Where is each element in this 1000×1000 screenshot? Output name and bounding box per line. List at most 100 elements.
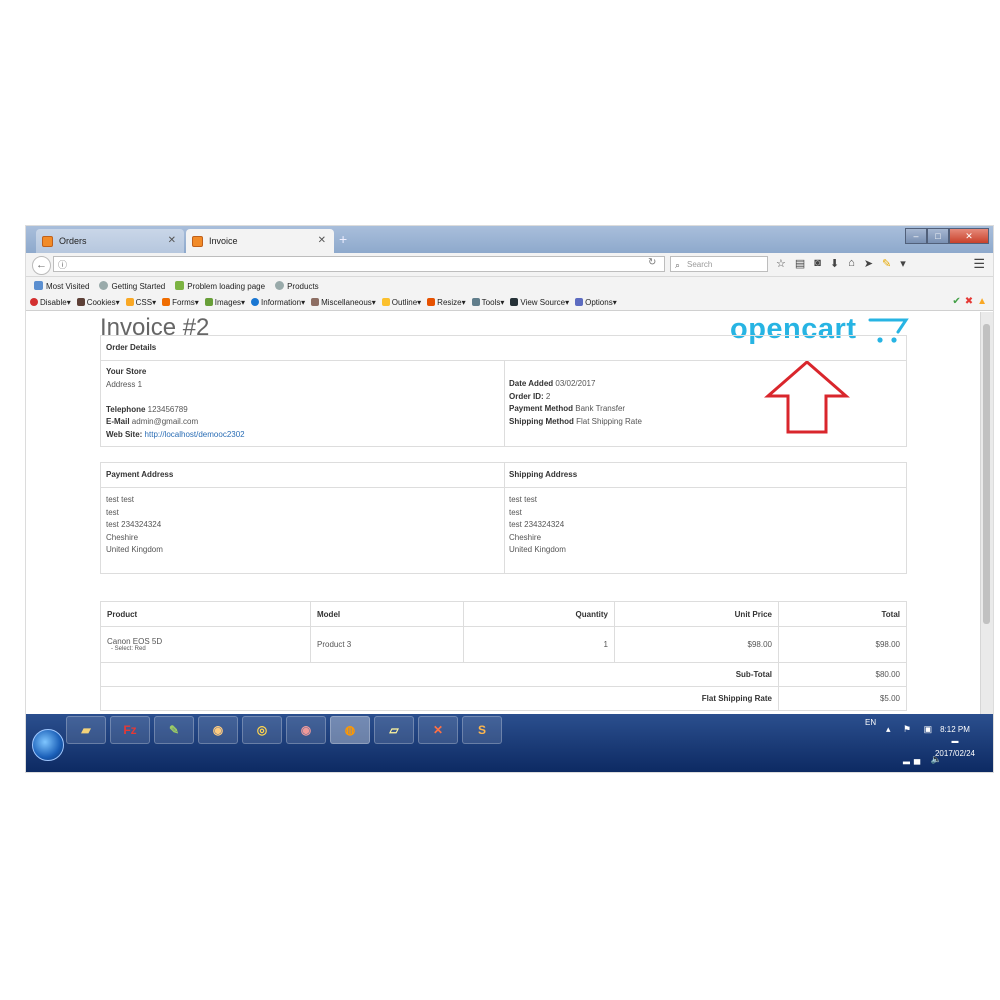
pocket-icon[interactable]: ◙	[814, 257, 821, 270]
devbar-disable[interactable]: Disable▾	[30, 297, 71, 307]
language-indicator[interactable]: EN	[865, 718, 876, 727]
bookmark-problem-loading[interactable]: Problem loading page	[175, 280, 265, 291]
folder-icon	[34, 280, 43, 290]
xampp-icon[interactable]: ✕	[418, 716, 458, 744]
devbar-tools[interactable]: Tools▾	[471, 297, 504, 307]
column-divider	[504, 361, 505, 447]
chrome-beta-icon[interactable]: ◉	[286, 716, 326, 744]
url-bar[interactable]: ⓘ	[53, 256, 665, 272]
start-button[interactable]	[32, 729, 64, 761]
options-icon	[575, 297, 584, 306]
tools-icon	[471, 297, 480, 306]
windows-taskbar: ▰ Fz ✎ ◉ ◎ ◉ ◍ ▱ ✕ S EN ▴ ⚑ ▣ ▂▄ 🔈 8:12 …	[26, 714, 993, 772]
folder-icon[interactable]: ▱	[374, 716, 414, 744]
header-quantity: Quantity	[463, 601, 615, 627]
devbar-resize[interactable]: Resize▾	[427, 297, 466, 307]
chrome-canary-icon[interactable]: ◉	[198, 716, 238, 744]
date-added-label: Date Added	[509, 379, 554, 388]
close-tab-icon[interactable]: ✕	[318, 235, 326, 246]
quantity-cell: 1	[463, 626, 615, 663]
header-model: Model	[310, 601, 464, 627]
devbar-status: ✔ ✖ ▲	[952, 296, 987, 307]
shipping-rate-label: Flat Shipping Rate	[100, 686, 779, 711]
address-line: test test	[106, 495, 135, 504]
scrollbar-thumb[interactable]	[983, 324, 990, 624]
address-line: United Kingdom	[509, 545, 566, 554]
sublime-text-icon[interactable]: S	[462, 716, 502, 744]
shipping-address-heading: Shipping Address	[509, 470, 578, 479]
notepad-icon[interactable]: ✎	[154, 716, 194, 744]
totals-row: Flat Shipping Rate $5.00	[100, 686, 907, 711]
download-icon[interactable]: ⬇	[830, 257, 839, 270]
payment-method-label: Payment Method	[509, 404, 574, 413]
product-name: Canon EOS 5D	[107, 637, 163, 646]
total-cell: $98.00	[778, 626, 907, 663]
store-name: Your Store	[106, 367, 147, 376]
search-placeholder: Search	[687, 260, 713, 269]
desktop-screenshot: Orders ✕ Invoice ✕ + – □ ✕ ← ⓘ ↻ ⌕ Searc…	[26, 226, 993, 772]
bookmark-most-visited[interactable]: Most Visited	[34, 280, 89, 291]
devbar-miscellaneous[interactable]: Miscellaneous▾	[311, 297, 376, 307]
tab-invoice[interactable]: Invoice ✕	[186, 229, 334, 253]
bookmark-getting-started[interactable]: Getting Started	[99, 280, 165, 291]
header-product: Product	[100, 601, 311, 627]
bookmarks-bar: Most Visited Getting Started Problem loa…	[26, 277, 993, 294]
devbar-view-source[interactable]: View Source▾	[510, 297, 569, 307]
filezilla-icon[interactable]: Fz	[110, 716, 150, 744]
search-input[interactable]: ⌕ Search	[670, 256, 768, 272]
devbar-cookies[interactable]: Cookies▾	[76, 297, 120, 307]
devbar-css[interactable]: CSS▾	[125, 297, 156, 307]
file-explorer-icon[interactable]: ▰	[66, 716, 106, 744]
warning-icon: ▲	[977, 296, 987, 307]
chrome-icon[interactable]: ◎	[242, 716, 282, 744]
devbar-forms[interactable]: Forms▾	[162, 297, 199, 307]
resize-icon	[427, 297, 436, 306]
window-controls: – □ ✕	[905, 228, 989, 244]
addon-icon[interactable]: ✎	[882, 257, 891, 270]
search-icon: ⌕	[675, 260, 681, 270]
close-window-icon[interactable]: ✕	[949, 228, 989, 244]
page-scrollbar[interactable]	[980, 312, 993, 714]
email-value: admin@gmail.com	[131, 417, 199, 426]
website-link[interactable]: http://localhost/demooc2302	[145, 430, 245, 439]
back-arrow-icon[interactable]: ←	[32, 256, 51, 275]
minimize-icon[interactable]: –	[905, 228, 927, 244]
bookmark-star-icon[interactable]: ☆	[776, 257, 786, 270]
clock[interactable]: 8:12 PM ▬ 2017/02/24	[929, 724, 981, 760]
navigation-bar: ← ⓘ ↻ ⌕ Search ☆ ▤ ◙ ⬇ ⌂ ➤ ✎ ▾ ☰	[26, 253, 993, 277]
devbar-information[interactable]: Information▾	[251, 297, 305, 307]
address-line: test	[509, 507, 522, 517]
payment-address: test test test test 234324324 Cheshire U…	[106, 494, 163, 557]
order-details-panel: Order Details Your Store Address 1 Telep…	[100, 335, 907, 447]
menu-icon[interactable]: ☰	[973, 256, 985, 272]
address-line: Cheshire	[106, 532, 139, 542]
close-tab-icon[interactable]: ✕	[168, 235, 176, 246]
taskbar-apps: ▰ Fz ✎ ◉ ◎ ◉ ◍ ▱ ✕ S	[66, 716, 502, 744]
subtotal-value: $80.00	[778, 662, 907, 687]
information-icon	[251, 297, 260, 306]
devbar-outline[interactable]: Outline▾	[381, 297, 421, 307]
new-tab-icon[interactable]: +	[339, 231, 347, 247]
tab-orders[interactable]: Orders ✕	[36, 229, 184, 253]
bookmark-products[interactable]: Products	[275, 280, 319, 291]
maximize-icon[interactable]: □	[927, 228, 949, 244]
address-line: test test	[509, 495, 538, 504]
model-cell: Product 3	[310, 626, 464, 663]
devbar-options[interactable]: Options▾	[575, 297, 617, 307]
telephone-value: 123456789	[147, 404, 188, 414]
store-info: Your Store Address 1 Telephone 123456789…	[106, 366, 245, 441]
opencart-favicon-icon	[42, 235, 53, 247]
reload-icon[interactable]: ↻	[648, 257, 656, 268]
forms-icon	[162, 297, 171, 306]
tab-label: Invoice	[209, 236, 238, 246]
clipboard-icon[interactable]: ▤	[795, 257, 805, 270]
subtotal-label: Sub-Total	[100, 662, 779, 687]
send-icon[interactable]: ➤	[864, 257, 873, 270]
home-icon[interactable]: ⌂	[848, 257, 855, 270]
firefox-icon[interactable]: ◍	[330, 716, 370, 744]
view-source-icon	[510, 297, 519, 306]
header-total: Total	[778, 601, 907, 627]
address-line: Cheshire	[509, 532, 542, 542]
chevron-down-icon[interactable]: ▾	[900, 257, 906, 270]
devbar-images[interactable]: Images▾	[204, 297, 245, 307]
